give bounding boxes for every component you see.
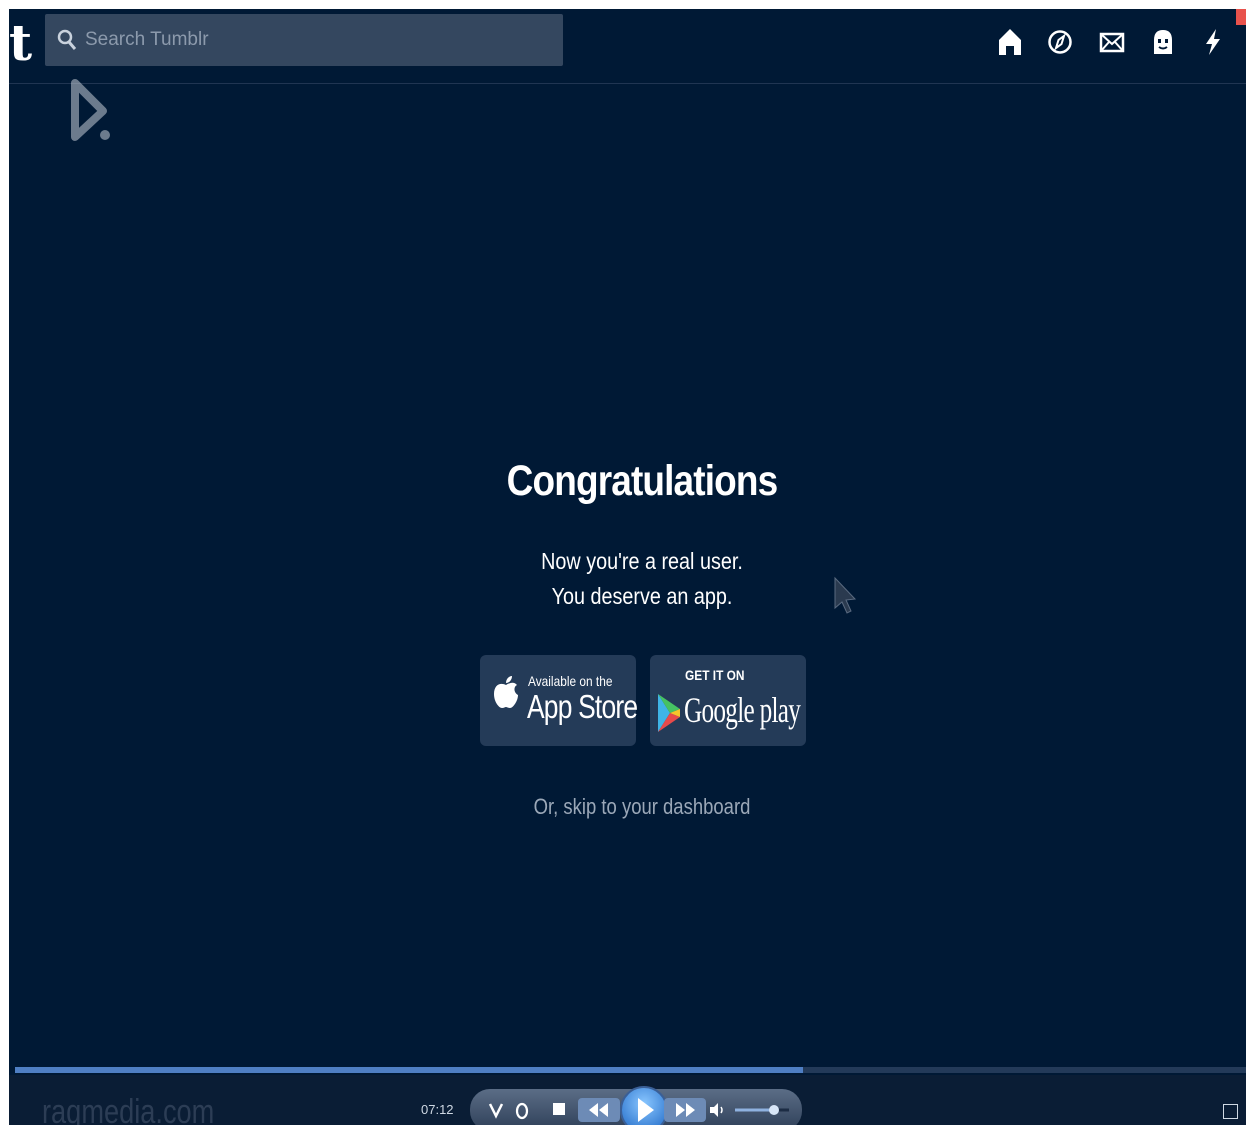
- app-store-button[interactable]: Available on the App Store: [480, 655, 638, 746]
- repeat-icon[interactable]: [514, 1100, 530, 1120]
- search-icon: [57, 29, 77, 50]
- skip-to-dashboard-link[interactable]: Or, skip to your dashboard: [516, 794, 768, 820]
- seek-bar[interactable]: [15, 1067, 1246, 1073]
- tumblr-logo[interactable]: t: [9, 13, 35, 73]
- congratulations-heading: Congratulations: [506, 457, 778, 505]
- app-store-label: App Store: [527, 688, 638, 725]
- watermark-text: raqmedia.com: [42, 1093, 215, 1125]
- rewind-icon[interactable]: [578, 1098, 620, 1122]
- top-navigation-bar: t: [9, 9, 1246, 84]
- shuffle-icon[interactable]: [488, 1100, 504, 1120]
- apple-icon: [494, 676, 518, 708]
- subtitle-line-2: You deserve an app.: [551, 583, 733, 609]
- app-store-caption: Available on the: [528, 673, 613, 689]
- volume-slider[interactable]: [733, 1104, 793, 1116]
- browser-viewport: t Search Tumblr Congratulations Now you'…: [9, 9, 1246, 1125]
- playback-time: 07:12: [421, 1102, 454, 1117]
- notification-badge: [1236, 9, 1246, 25]
- mouse-cursor-icon: [834, 576, 857, 614]
- search-box[interactable]: [45, 14, 563, 66]
- seek-bar-fill: [15, 1067, 803, 1073]
- search-input[interactable]: [83, 28, 547, 52]
- inbox-icon[interactable]: [1099, 27, 1125, 57]
- google-play-icon: [658, 694, 680, 732]
- home-icon[interactable]: [997, 27, 1023, 57]
- subtitle-line-1: Now you're a real user.: [541, 548, 743, 574]
- google-play-caption: GET IT ON: [685, 667, 745, 683]
- player-controls: [470, 1086, 802, 1125]
- account-icon[interactable]: [1150, 27, 1176, 57]
- google-play-button[interactable]: GET IT ON Google play: [650, 655, 806, 746]
- volume-icon[interactable]: [708, 1100, 726, 1120]
- fast-forward-icon[interactable]: [664, 1098, 706, 1122]
- stop-icon[interactable]: [553, 1103, 565, 1115]
- channel-logo: [71, 79, 110, 141]
- activity-icon[interactable]: [1200, 27, 1226, 57]
- play-icon[interactable]: [620, 1086, 668, 1125]
- explore-icon[interactable]: [1047, 27, 1073, 57]
- fullscreen-icon[interactable]: [1223, 1104, 1238, 1119]
- google-play-label: Google play: [684, 690, 801, 730]
